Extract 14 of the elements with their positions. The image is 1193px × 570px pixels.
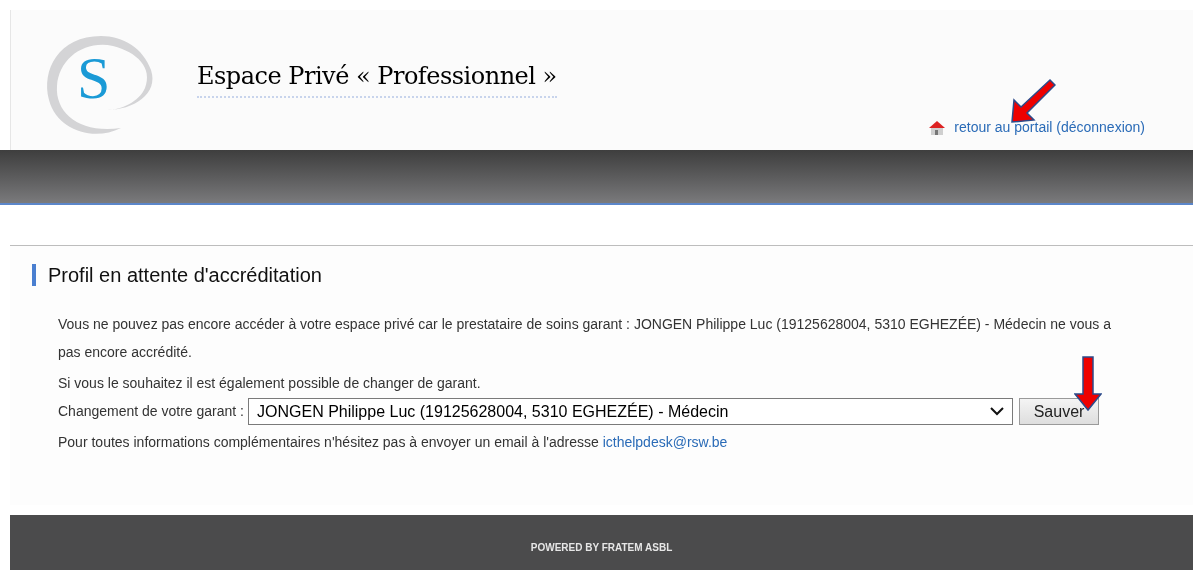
chevron-icon	[990, 407, 1004, 416]
footer-text: POWERED BY FRATEM ASBL	[530, 541, 673, 555]
field-label: Changement de votre garant :	[58, 402, 244, 421]
section-heading: Profil en attente d'accréditation	[48, 263, 322, 288]
save-button[interactable]: Sauver	[1019, 398, 1099, 425]
heading-accent	[32, 264, 36, 286]
hint-text: Si vous le souhaitez il est également possible de changer de garant.	[58, 374, 482, 393]
portal-link[interactable]: retour au portail (déconnexion)	[928, 117, 1145, 138]
page-title: Espace Privé « Professionnel »	[197, 58, 557, 98]
guarantor-select[interactable]: JONGEN Philippe Luc (19125628004, 5310 EGHEZÉE) - Médecin	[248, 398, 1013, 425]
contact-text: Pour toutes informations complémentaires n'hésitez pas à envoyer un email à l'adresse icthelpdesk@rsw.be	[58, 433, 729, 452]
email-link[interactable]: icthelpdesk@rsw.be	[602, 434, 728, 450]
house-icon	[928, 119, 947, 136]
accreditation-message: Vous ne pouvez pas encore accéder à votre espace privé car le prestataire de soins garant : JONGEN Philippe Luc (19125628004, 5310 EGHEZÉE) - Médecin ne vous a pas encore accrédité.	[58, 315, 1112, 362]
